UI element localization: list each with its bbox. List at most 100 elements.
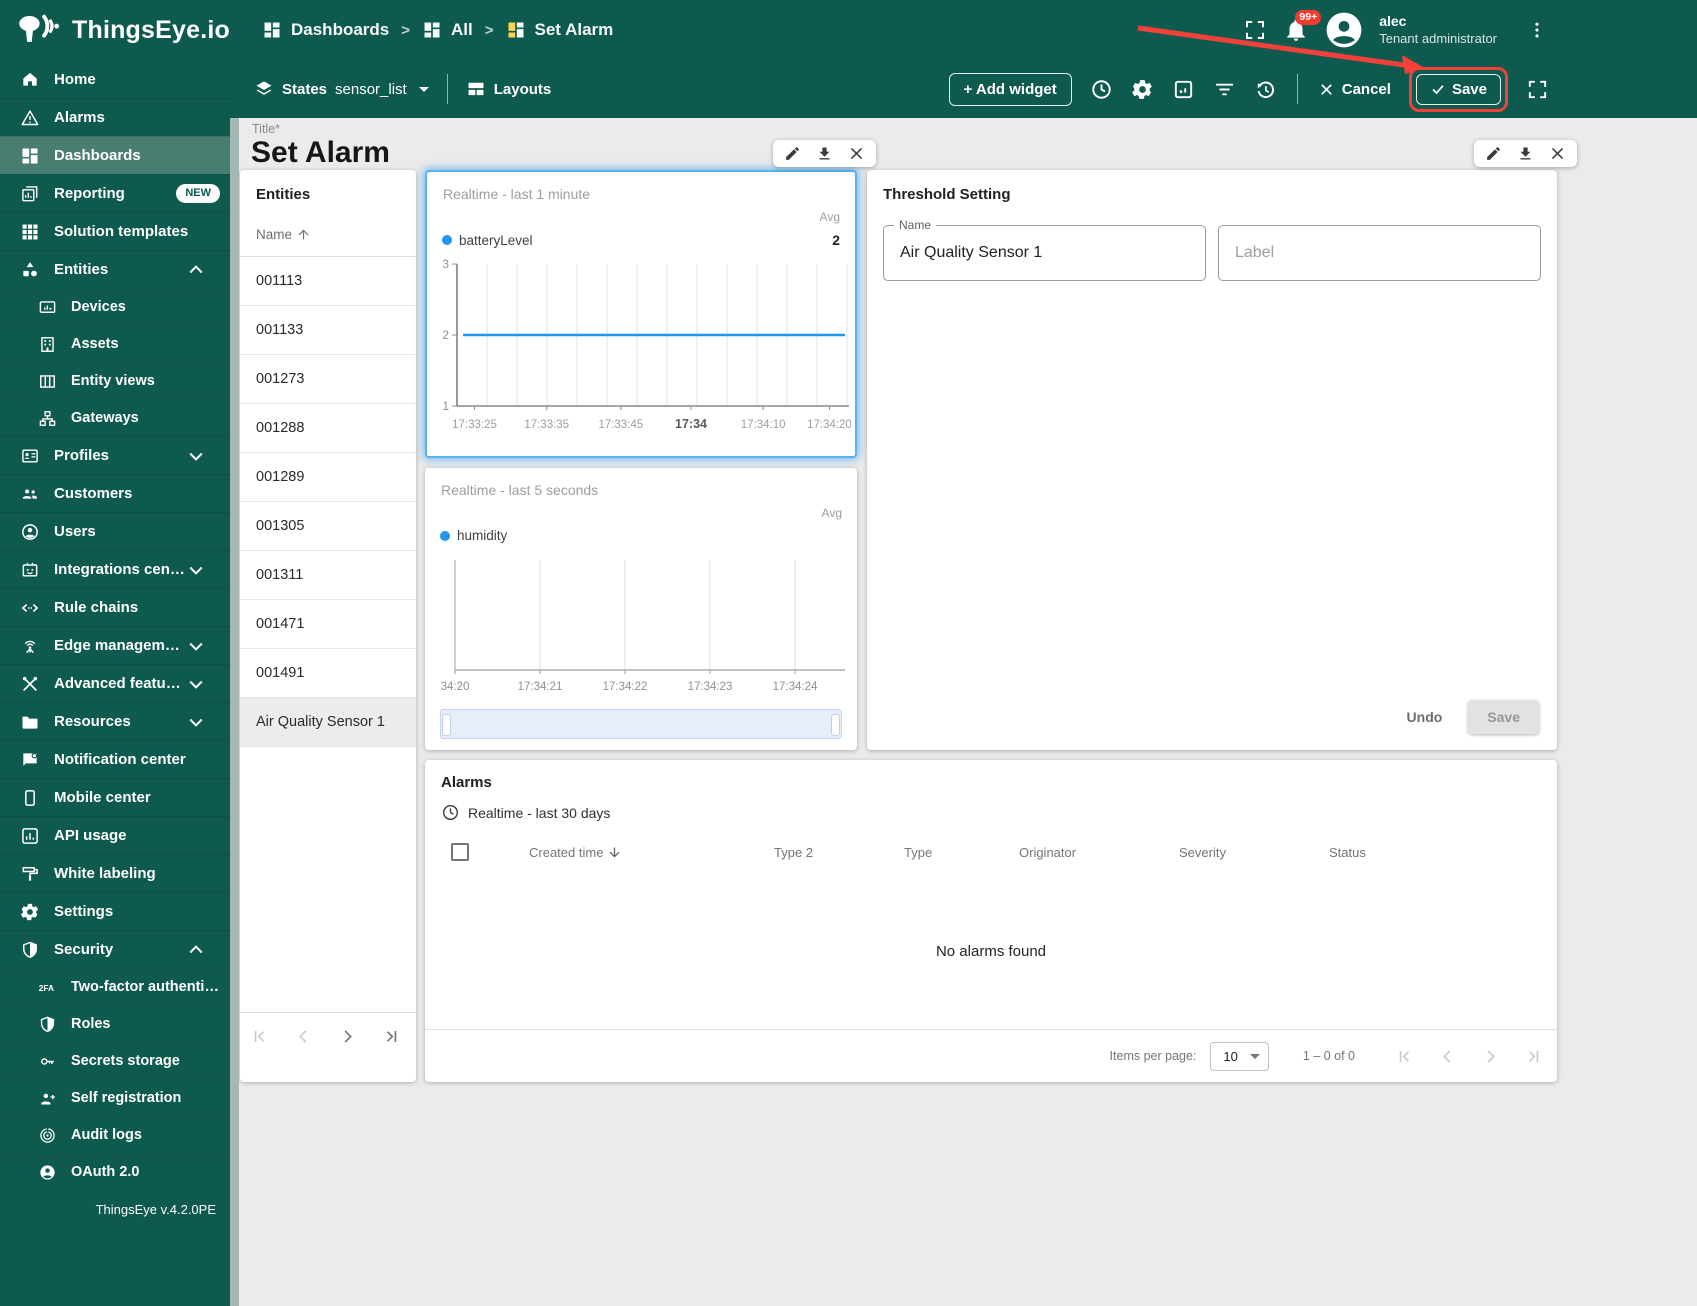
fullscreen-icon[interactable] bbox=[1526, 78, 1549, 101]
sidebar-item-entities[interactable]: Entities bbox=[0, 250, 230, 288]
sidebar-item-label: Roles bbox=[71, 1016, 111, 1032]
fullscreen-icon[interactable] bbox=[1243, 18, 1267, 42]
sidebar-item-mobile-center[interactable]: Mobile center bbox=[0, 778, 230, 816]
add-widget-button[interactable]: + Add widget bbox=[948, 72, 1072, 106]
sidebar-item-advanced-features[interactable]: Advanced features bbox=[0, 664, 230, 702]
column-header-type-2[interactable]: Type 2 bbox=[774, 845, 904, 860]
select-all-checkbox[interactable] bbox=[451, 843, 469, 861]
sidebar-item-reporting[interactable]: Reporting NEW bbox=[0, 174, 230, 212]
sidebar-item-notification-center[interactable]: Notification center bbox=[0, 740, 230, 778]
states-value: sensor_list bbox=[335, 80, 407, 98]
timeseries-widget-battery[interactable]: Realtime - last 1 minute Avg batteryLeve… bbox=[425, 170, 857, 458]
sidebar-item-self-registration[interactable]: Self registration bbox=[0, 1079, 230, 1116]
sidebar-scrollbar[interactable] bbox=[230, 118, 239, 1306]
column-header-type[interactable]: Type bbox=[904, 845, 1019, 860]
sidebar-item-settings[interactable]: Settings bbox=[0, 892, 230, 930]
entity-row[interactable]: 001289 bbox=[240, 453, 416, 502]
sidebar-item-oauth-2-0[interactable]: OAuth 2.0 bbox=[0, 1153, 230, 1190]
last-page-icon[interactable] bbox=[382, 1027, 401, 1046]
layouts-button[interactable]: Layouts bbox=[466, 79, 551, 99]
page-title[interactable]: Set Alarm bbox=[251, 136, 390, 170]
sidebar-item-profiles[interactable]: Profiles bbox=[0, 436, 230, 474]
save-button[interactable]: Save bbox=[1415, 73, 1501, 105]
first-page-icon[interactable] bbox=[250, 1027, 269, 1046]
timeseries-widget-humidity[interactable]: Realtime - last 5 seconds Avg humidity 3… bbox=[425, 468, 857, 750]
sidebar-item-dashboards[interactable]: Dashboards bbox=[0, 136, 230, 174]
sidebar-item-rule-chains[interactable]: Rule chains bbox=[0, 588, 230, 626]
notifications-badge: 99+ bbox=[1295, 10, 1322, 25]
sidebar-item-white-labeling[interactable]: White labeling bbox=[0, 854, 230, 892]
sidebar-item-solution-templates[interactable]: Solution templates bbox=[0, 212, 230, 250]
sidebar-item-users[interactable]: Users bbox=[0, 512, 230, 550]
sidebar-item-edge-management[interactable]: Edge management bbox=[0, 626, 230, 664]
avatar[interactable] bbox=[1325, 11, 1363, 49]
states-selector[interactable]: States sensor_list bbox=[254, 79, 429, 99]
cancel-button[interactable]: Cancel bbox=[1318, 81, 1391, 98]
kebab-menu-icon[interactable] bbox=[1527, 19, 1547, 41]
next-page-icon[interactable] bbox=[1481, 1047, 1500, 1066]
name-field[interactable]: Name Air Quality Sensor 1 bbox=[883, 218, 1206, 281]
alarms-timewindow-button[interactable]: Realtime - last 30 days bbox=[425, 801, 1557, 830]
user-info[interactable]: alec Tenant administrator bbox=[1379, 13, 1497, 47]
chart2-legend-humidity[interactable]: humidity bbox=[440, 528, 507, 543]
sidebar-item-assets[interactable]: Assets bbox=[0, 325, 230, 362]
column-header-severity[interactable]: Severity bbox=[1179, 845, 1329, 860]
entity-aliases-icon[interactable] bbox=[1172, 78, 1195, 101]
sidebar-item-roles[interactable]: Roles bbox=[0, 1005, 230, 1042]
entity-row[interactable]: 001133 bbox=[240, 306, 416, 355]
previous-page-icon[interactable] bbox=[1438, 1047, 1457, 1066]
sidebar-item-integrations-center[interactable]: Integrations center bbox=[0, 550, 230, 588]
settings-gear-icon[interactable] bbox=[1131, 78, 1154, 101]
first-page-icon[interactable] bbox=[1395, 1047, 1414, 1066]
sidebar-item-entity-views[interactable]: Entity views bbox=[0, 362, 230, 399]
edit-pencil-icon[interactable] bbox=[784, 145, 801, 162]
filters-icon[interactable] bbox=[1213, 78, 1236, 101]
logo[interactable]: ThingsEye.io bbox=[0, 13, 230, 47]
sidebar-item-security[interactable]: Security bbox=[0, 930, 230, 968]
advanced-icon bbox=[20, 674, 40, 694]
download-icon[interactable] bbox=[1517, 145, 1534, 162]
previous-page-icon[interactable] bbox=[294, 1027, 313, 1046]
sidebar-item-api-usage[interactable]: API usage bbox=[0, 816, 230, 854]
breadcrumb-item-all[interactable]: All bbox=[422, 20, 473, 40]
download-icon[interactable] bbox=[816, 145, 833, 162]
close-icon[interactable] bbox=[848, 145, 865, 162]
entities-name-column-header[interactable]: Name bbox=[240, 223, 416, 257]
sidebar-item-home[interactable]: Home bbox=[0, 60, 230, 98]
sidebar-item-alarms[interactable]: Alarms bbox=[0, 98, 230, 136]
undo-button[interactable]: Undo bbox=[1401, 701, 1449, 733]
time-range-scrollbar[interactable] bbox=[440, 709, 842, 739]
timewindow-icon[interactable] bbox=[1090, 78, 1113, 101]
entity-row[interactable]: 001288 bbox=[240, 404, 416, 453]
next-page-icon[interactable] bbox=[338, 1027, 357, 1046]
close-icon[interactable] bbox=[1549, 145, 1566, 162]
column-header-originator[interactable]: Originator bbox=[1019, 845, 1179, 860]
chart1-legend-batteryLevel[interactable]: batteryLevel bbox=[442, 233, 533, 248]
items-per-page-value: 10 bbox=[1223, 1048, 1238, 1064]
column-header-created-time[interactable]: Created time bbox=[529, 845, 774, 860]
entity-row[interactable]: 001113 bbox=[240, 257, 416, 306]
breadcrumb-item-set-alarm[interactable]: Set Alarm bbox=[506, 20, 613, 40]
threshold-save-button[interactable]: Save bbox=[1468, 700, 1539, 734]
entity-row[interactable]: 001471 bbox=[240, 600, 416, 649]
sidebar-item-secrets-storage[interactable]: Secrets storage bbox=[0, 1042, 230, 1079]
sidebar-item-gateways[interactable]: Gateways bbox=[0, 399, 230, 436]
entity-row[interactable]: 001491 bbox=[240, 649, 416, 698]
column-header-status[interactable]: Status bbox=[1329, 845, 1479, 860]
entity-row[interactable]: 001311 bbox=[240, 551, 416, 600]
entity-row[interactable]: 001273 bbox=[240, 355, 416, 404]
items-per-page-select[interactable]: 10 bbox=[1210, 1041, 1269, 1071]
sidebar-item-resources[interactable]: Resources bbox=[0, 702, 230, 740]
sidebar-item-customers[interactable]: Customers bbox=[0, 474, 230, 512]
notifications-button[interactable]: 99+ bbox=[1283, 10, 1322, 43]
last-page-icon[interactable] bbox=[1524, 1047, 1543, 1066]
entity-row[interactable]: 001305 bbox=[240, 502, 416, 551]
label-field[interactable]: Label bbox=[1218, 225, 1541, 281]
edit-pencil-icon[interactable] bbox=[1485, 145, 1502, 162]
sidebar-item-two-factor-authenticati-[interactable]: 2FA Two-factor authenticati… bbox=[0, 968, 230, 1005]
sidebar-item-devices[interactable]: Devices bbox=[0, 288, 230, 325]
entity-row[interactable]: Air Quality Sensor 1 bbox=[240, 698, 416, 747]
breadcrumb-item-dashboards[interactable]: Dashboards bbox=[262, 20, 389, 40]
version-history-icon[interactable] bbox=[1254, 78, 1277, 101]
sidebar-item-audit-logs[interactable]: Audit logs bbox=[0, 1116, 230, 1153]
